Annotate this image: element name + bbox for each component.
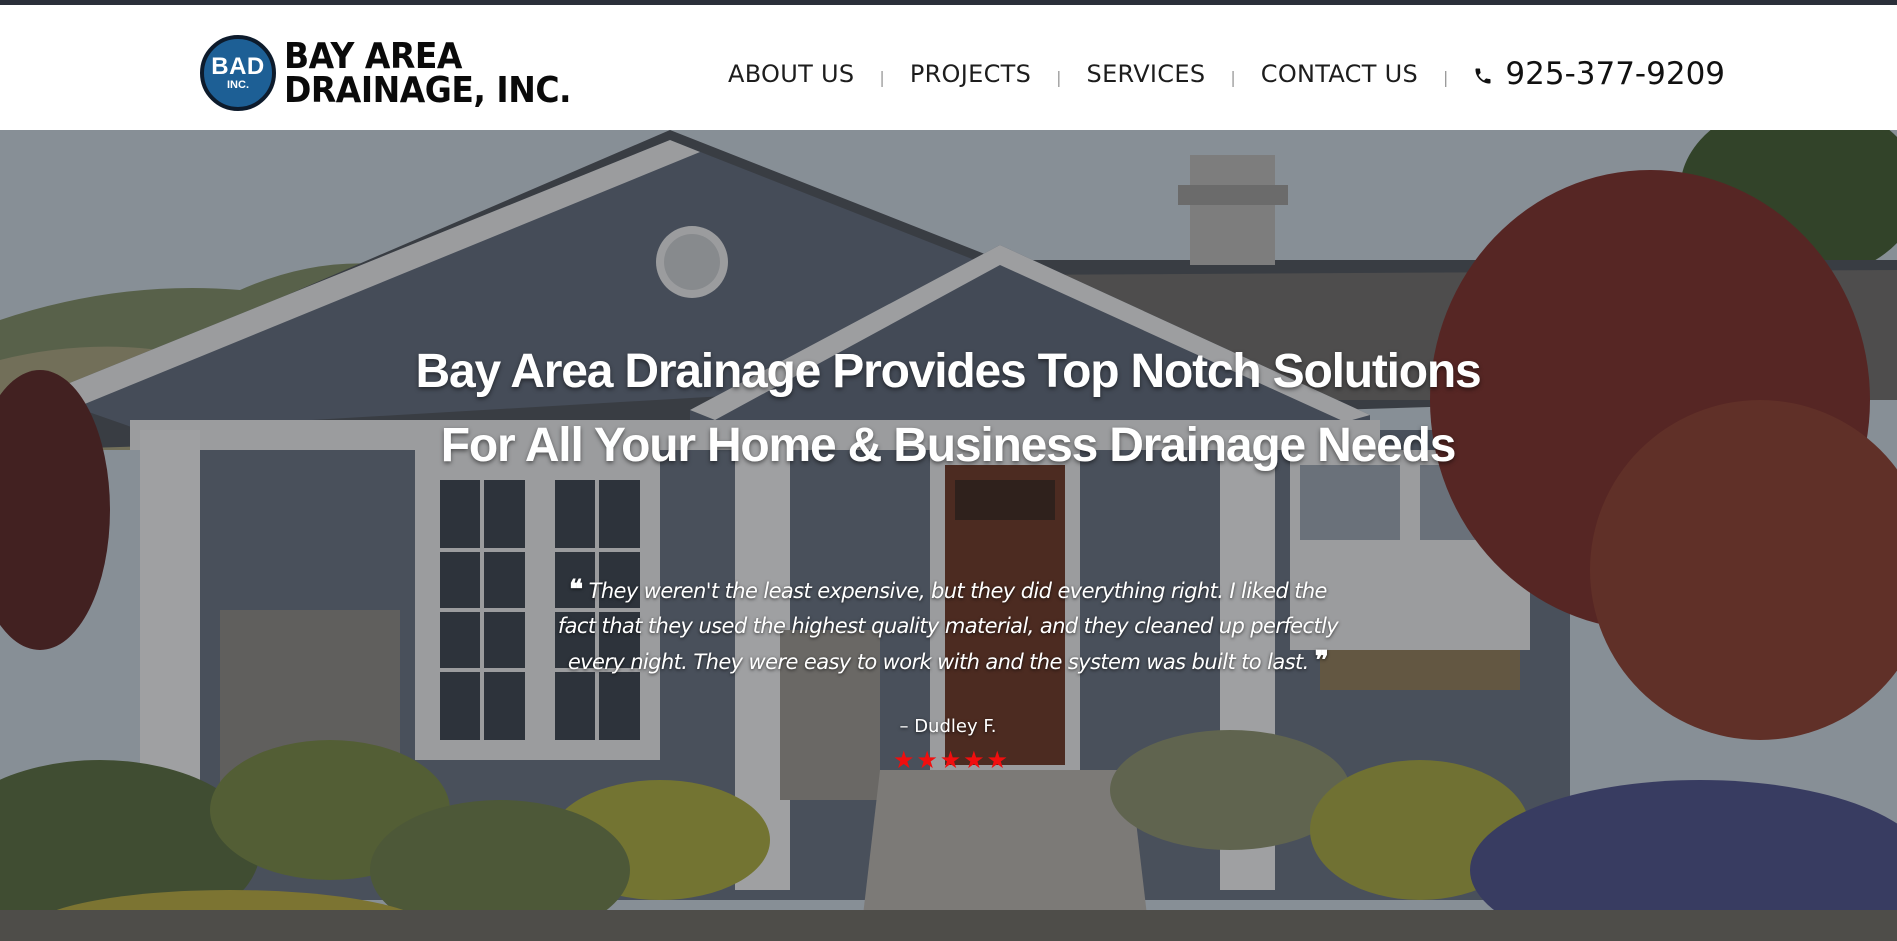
hero-headline-line1: Bay Area Drainage Provides Top Notch Sol… <box>415 345 1481 398</box>
nav-separator: | <box>1443 67 1449 87</box>
star-rating: ★ ★ ★ ★ ★ <box>893 749 1008 773</box>
testimonial-quote: ❝ They weren't the least expensive, but … <box>548 573 1348 680</box>
hero-headline-line2: For All Your Home & Business Drainage Ne… <box>440 419 1457 472</box>
nav-about-us[interactable]: ABOUT US <box>728 60 854 88</box>
quote-open-icon: ❝ <box>569 575 583 605</box>
testimonial-text: They weren't the least expensive, but th… <box>557 579 1339 674</box>
main-nav: ABOUT US | PROJECTS | SERVICES | CONTACT… <box>728 51 1725 97</box>
star-icon: ★ <box>986 747 1008 774</box>
star-icon: ★ <box>893 747 915 774</box>
phone-icon <box>1475 68 1491 84</box>
logo-name-line2: DRAINAGE, INC. <box>284 68 572 111</box>
nav-separator: | <box>1230 67 1236 87</box>
nav-projects[interactable]: PROJECTS <box>910 60 1031 88</box>
star-icon: ★ <box>939 747 962 774</box>
site-header: BAD INC. BAY AREA DRAINAGE, INC. ABOUT U… <box>0 5 1897 130</box>
logo-badge: BAD INC. <box>200 35 276 111</box>
testimonial-author: – Dudley F. <box>899 716 997 737</box>
phone-number: 925-377-9209 <box>1505 56 1726 92</box>
phone-link[interactable]: 925-377-9209 <box>1473 56 1725 92</box>
logo-wordmark: BAY AREA DRAINAGE, INC. <box>284 37 572 111</box>
star-icon: ★ <box>916 747 938 774</box>
star-icon: ★ <box>963 747 985 774</box>
logo-badge-subtext: INC. <box>227 79 249 91</box>
nav-separator: | <box>1056 67 1062 87</box>
hero-banner: Bay Area Drainage Provides Top Notch Sol… <box>0 130 1897 941</box>
nav-separator: | <box>879 67 885 87</box>
quote-close-icon: ❞ <box>1314 646 1329 676</box>
logo-badge-text: BAD <box>211 53 265 80</box>
site-logo[interactable]: BAD INC. BAY AREA DRAINAGE, INC. <box>200 31 572 115</box>
nav-contact-us[interactable]: CONTACT US <box>1261 60 1418 88</box>
hero-dark-overlay <box>0 130 1897 941</box>
hero-headline: Bay Area Drainage Provides Top Notch Sol… <box>348 335 1548 483</box>
nav-services[interactable]: SERVICES <box>1087 60 1206 88</box>
